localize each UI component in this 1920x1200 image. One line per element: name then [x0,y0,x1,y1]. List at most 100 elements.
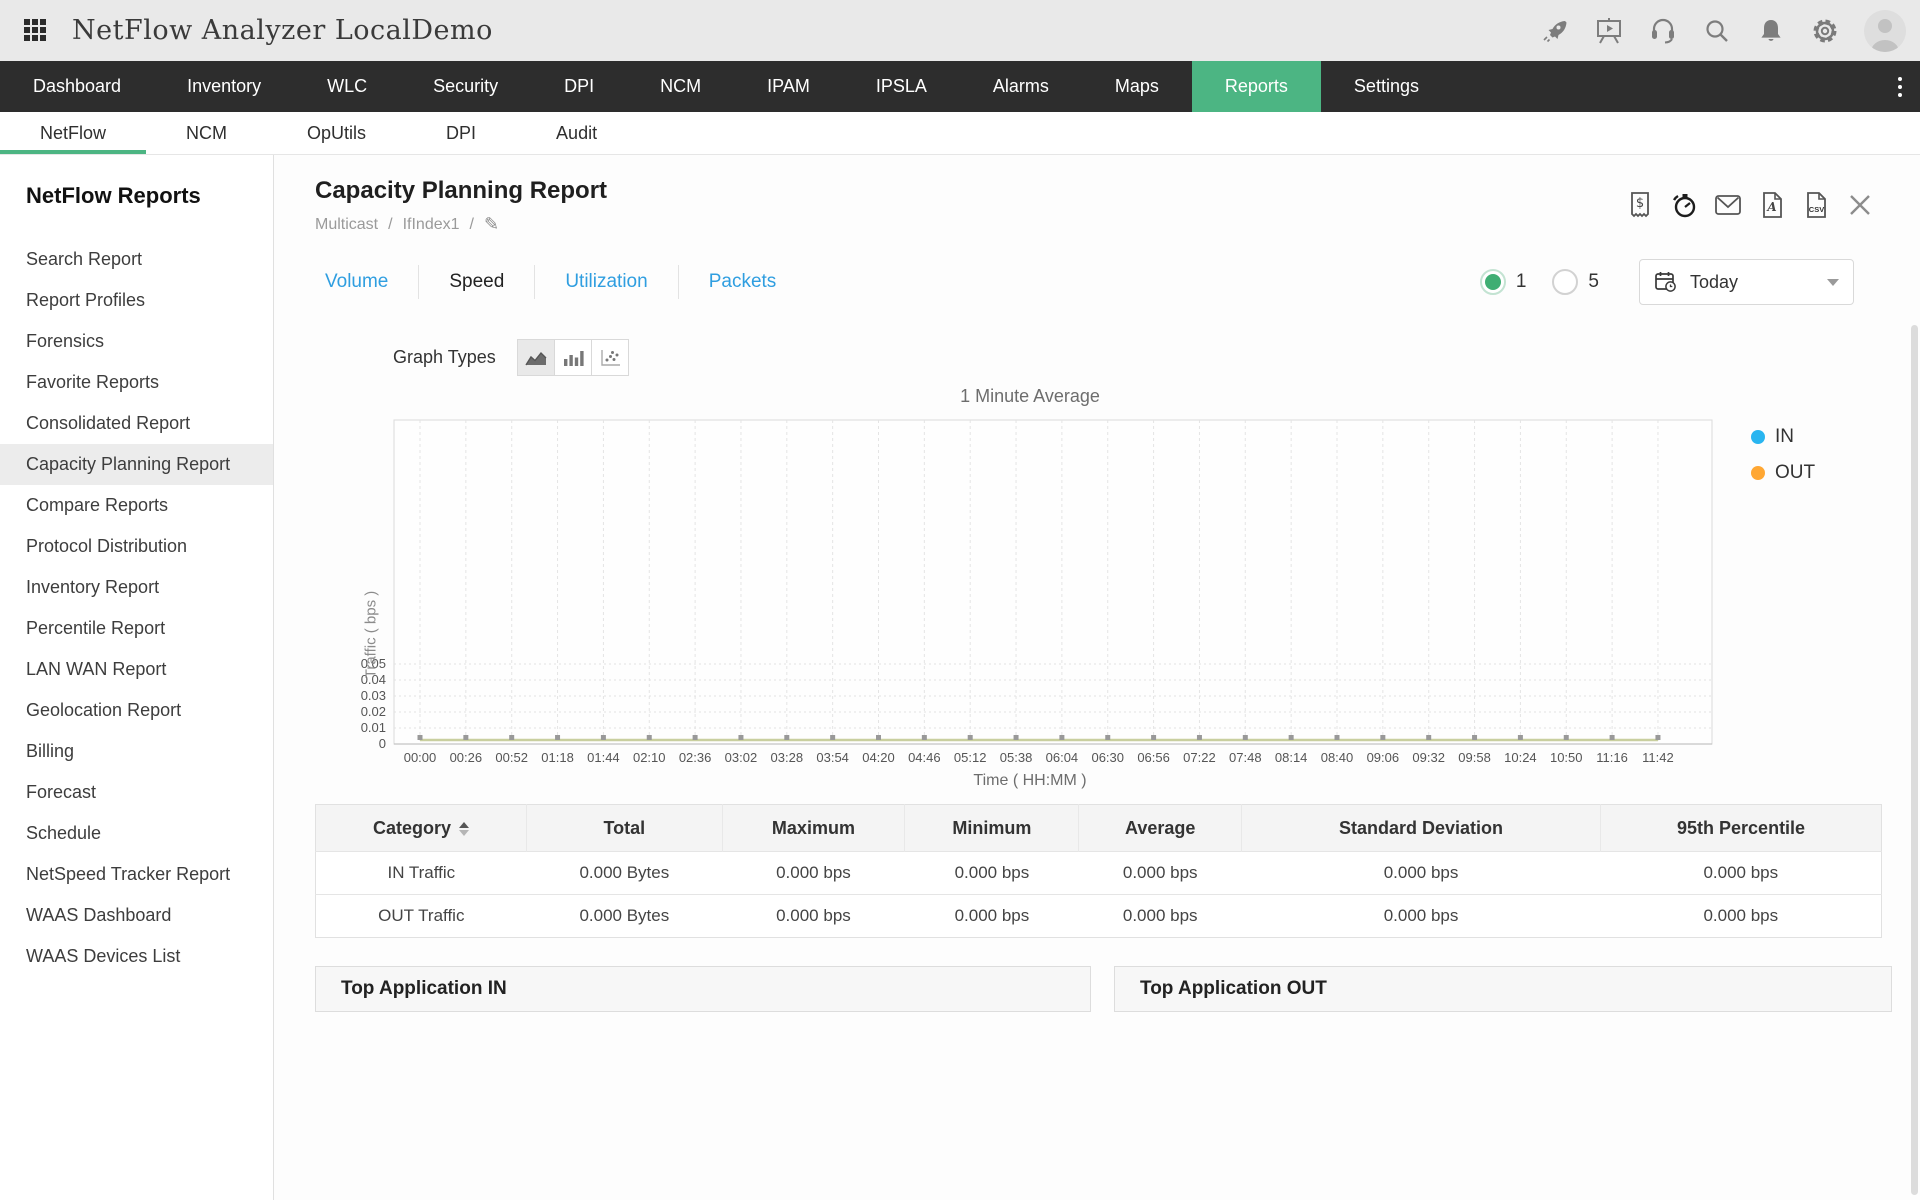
date-range-picker[interactable]: Today [1639,259,1854,305]
svg-text:05:38: 05:38 [1000,750,1033,765]
search-icon[interactable] [1702,16,1732,46]
sidebar-item-consolidated-report[interactable]: Consolidated Report [0,403,273,444]
sidebar-item-billing[interactable]: Billing [0,731,273,772]
tab-speed[interactable]: Speed [418,265,534,299]
sidebar-item-lan-wan-report[interactable]: LAN WAN Report [0,649,273,690]
sidebar-item-capacity-planning-report[interactable]: Capacity Planning Report [0,444,273,485]
sidebar-item-search-report[interactable]: Search Report [0,239,273,280]
traffic-chart-plot[interactable]: 00:0000:2600:5201:1801:4402:1002:3603:02… [330,414,1730,770]
interval-radio-1[interactable]: 1 [1480,269,1527,295]
sidebar-item-forensics[interactable]: Forensics [0,321,273,362]
sidebar-item-report-profiles[interactable]: Report Profiles [0,280,273,321]
edit-pencil-icon[interactable]: ✎ [484,214,499,235]
svg-text:05:12: 05:12 [954,750,987,765]
legend-item-out[interactable]: OUT [1751,462,1815,484]
nav-item-ipsla[interactable]: IPSLA [843,61,960,112]
sort-arrows-icon[interactable] [459,822,469,836]
sidebar-item-geolocation-report[interactable]: Geolocation Report [0,690,273,731]
sidebar-item-forecast[interactable]: Forecast [0,772,273,813]
export-csv-icon[interactable]: CSV [1802,191,1830,219]
app-title: NetFlow Analyzer LocalDemo [72,15,493,46]
subnav-item-ncm[interactable]: NCM [146,112,267,154]
column-header-standard-deviation[interactable]: Standard Deviation [1241,805,1600,852]
nav-item-reports[interactable]: Reports [1192,61,1321,112]
sidebar-item-waas-devices-list[interactable]: WAAS Devices List [0,936,273,977]
app-launcher-icon[interactable] [24,19,48,43]
nav-item-security[interactable]: Security [400,61,531,112]
tab-utilization[interactable]: Utilization [534,265,677,299]
svg-text:03:02: 03:02 [725,750,758,765]
graph-type-area-button[interactable] [517,339,555,376]
subnav-item-oputils[interactable]: OpUtils [267,112,406,154]
graph-type-scatter-button[interactable] [591,339,629,376]
nav-item-alarms[interactable]: Alarms [960,61,1082,112]
close-icon[interactable] [1846,191,1874,219]
graph-types-label: Graph Types [393,347,496,368]
legend-label: IN [1775,426,1794,448]
main-nav: DashboardInventoryWLCSecurityDPINCMIPAMI… [0,61,1920,112]
svg-text:03:54: 03:54 [816,750,849,765]
table-cell: 0.000 Bytes [527,852,722,895]
column-header-minimum[interactable]: Minimum [905,805,1079,852]
notifications-bell-icon[interactable] [1756,16,1786,46]
nav-item-maps[interactable]: Maps [1082,61,1192,112]
page-scrollbar[interactable] [1911,325,1918,1195]
nav-item-dashboard[interactable]: Dashboard [0,61,154,112]
sidebar-item-percentile-report[interactable]: Percentile Report [0,608,273,649]
column-header-total[interactable]: Total [527,805,722,852]
nav-item-ncm[interactable]: NCM [627,61,734,112]
sidebar-item-favorite-reports[interactable]: Favorite Reports [0,362,273,403]
stats-table-body: IN Traffic0.000 Bytes0.000 bps0.000 bps0… [316,852,1882,938]
top-application-in-panel[interactable]: Top Application IN [315,966,1091,1012]
radio-circle[interactable] [1480,269,1506,295]
breadcrumb-device[interactable]: Multicast [315,216,378,234]
sidebar-item-schedule[interactable]: Schedule [0,813,273,854]
email-report-icon[interactable] [1714,191,1742,219]
schedule-timer-icon[interactable] [1670,191,1698,219]
training-video-icon[interactable] [1594,16,1624,46]
subnav-item-netflow[interactable]: NetFlow [0,112,146,154]
nav-item-inventory[interactable]: Inventory [154,61,294,112]
sidebar-item-protocol-distribution[interactable]: Protocol Distribution [0,526,273,567]
calendar-icon [1654,270,1678,294]
column-header-95th-percentile[interactable]: 95th Percentile [1601,805,1882,852]
nav-item-ipam[interactable]: IPAM [734,61,843,112]
nav-overflow-kebab-icon[interactable] [1898,61,1902,112]
column-header-category[interactable]: Category [316,805,527,852]
interval-radio-5[interactable]: 5 [1552,269,1599,295]
legend-item-in[interactable]: IN [1751,426,1815,448]
column-header-maximum[interactable]: Maximum [722,805,905,852]
report-content: Capacity Planning Report Multicast / IfI… [274,155,1920,1200]
export-pdf-icon[interactable]: A [1758,191,1786,219]
top-application-out-panel[interactable]: Top Application OUT [1114,966,1892,1012]
svg-text:06:04: 06:04 [1046,750,1079,765]
rocket-icon[interactable] [1540,16,1570,46]
sidebar-item-netspeed-tracker-report[interactable]: NetSpeed Tracker Report [0,854,273,895]
svg-text:10:24: 10:24 [1504,750,1537,765]
column-header-average[interactable]: Average [1079,805,1242,852]
breadcrumb-separator: / [470,216,474,234]
top-application-out-title: Top Application OUT [1140,978,1327,1000]
tab-volume[interactable]: Volume [315,265,418,299]
sidebar-item-waas-dashboard[interactable]: WAAS Dashboard [0,895,273,936]
subnav-item-audit[interactable]: Audit [516,112,637,154]
sidebar-item-inventory-report[interactable]: Inventory Report [0,567,273,608]
svg-text:08:40: 08:40 [1321,750,1354,765]
subnav-item-dpi[interactable]: DPI [406,112,516,154]
nav-item-wlc[interactable]: WLC [294,61,400,112]
sidebar-item-compare-reports[interactable]: Compare Reports [0,485,273,526]
radio-circle[interactable] [1552,269,1578,295]
sidebar-list: Search ReportReport ProfilesForensicsFav… [0,239,273,977]
support-headset-icon[interactable] [1648,16,1678,46]
svg-text:01:44: 01:44 [587,750,620,765]
settings-gear-icon[interactable] [1810,16,1840,46]
tab-packets[interactable]: Packets [678,265,807,299]
nav-item-settings[interactable]: Settings [1321,61,1452,112]
nav-item-dpi[interactable]: DPI [531,61,627,112]
breadcrumb-interface[interactable]: IfIndex1 [403,216,460,234]
user-avatar[interactable] [1864,10,1906,52]
svg-text:04:46: 04:46 [908,750,941,765]
graph-type-bar-button[interactable] [554,339,592,376]
billing-cost-icon[interactable]: $ [1626,191,1654,219]
table-cell: 0.000 bps [1079,852,1242,895]
